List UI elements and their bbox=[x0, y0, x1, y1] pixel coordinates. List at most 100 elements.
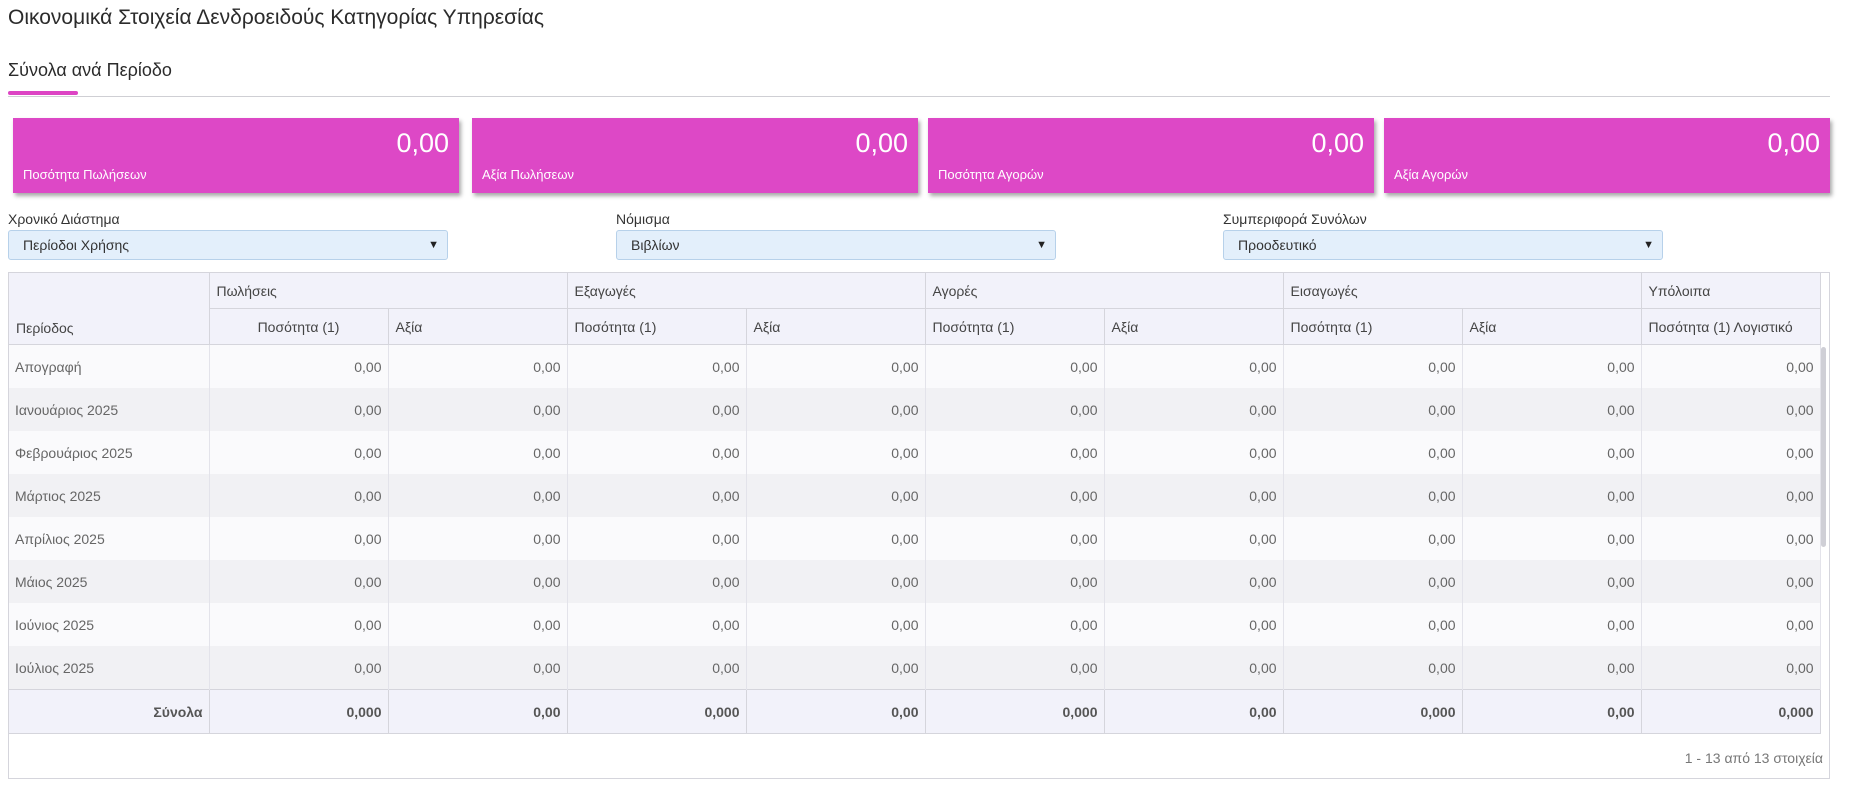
select-value: Προοδευτικό bbox=[1238, 237, 1317, 253]
value-cell: 0,00 bbox=[567, 431, 747, 474]
total-cell: 0,000 bbox=[1641, 689, 1821, 734]
value-cell: 0,00 bbox=[1283, 646, 1463, 690]
card-value: 0,00 bbox=[1767, 128, 1820, 158]
value-cell: 0,00 bbox=[209, 431, 389, 474]
value-cell: 0,00 bbox=[209, 517, 389, 560]
total-cell: 0,000 bbox=[567, 689, 747, 734]
tab-strip: Σύνολα ανά Περίοδο bbox=[8, 60, 1830, 97]
value-cell: 0,00 bbox=[388, 344, 568, 388]
totals-row: Σύνολα 0,000 0,00 0,000 0,00 0,000 0,00 … bbox=[9, 689, 1821, 734]
totals-label: Σύνολα bbox=[9, 689, 210, 734]
card-label: Αξία Πωλήσεων bbox=[482, 167, 574, 182]
value-cell: 0,00 bbox=[746, 344, 926, 388]
table-row[interactable]: Ιούνιος 2025 0,00 0,00 0,00 0,00 0,00 0,00 0,00… bbox=[9, 603, 1821, 646]
value-cell: 0,00 bbox=[1641, 388, 1821, 431]
period-cell: Ιούνιος 2025 bbox=[9, 603, 210, 646]
value-cell: 0,00 bbox=[209, 646, 389, 690]
caret-down-icon[interactable]: ▼ bbox=[1643, 231, 1654, 259]
value-cell: 0,00 bbox=[1283, 344, 1463, 388]
vertical-scrollbar[interactable] bbox=[1821, 347, 1826, 547]
value-cell: 0,00 bbox=[1641, 517, 1821, 560]
select-value: Περίοδοι Χρήσης bbox=[23, 237, 130, 253]
value-cell: 0,00 bbox=[1104, 603, 1284, 646]
value-cell: 0,00 bbox=[1104, 388, 1284, 431]
value-cell: 0,00 bbox=[1462, 388, 1642, 431]
total-cell: 0,00 bbox=[746, 689, 926, 734]
column-header[interactable]: Ποσότητα (1) Λογιστικό bbox=[1641, 308, 1821, 345]
column-header[interactable]: Ποσότητα (1) bbox=[1283, 308, 1463, 345]
value-cell: 0,00 bbox=[1104, 646, 1284, 690]
column-header[interactable]: Αξία bbox=[746, 308, 926, 345]
value-cell: 0,00 bbox=[1462, 603, 1642, 646]
value-cell: 0,00 bbox=[567, 517, 747, 560]
active-tab-indicator bbox=[8, 91, 78, 95]
value-cell: 0,00 bbox=[1283, 388, 1463, 431]
table-row[interactable]: Φεβρουάριος 2025 0,00 0,00 0,00 0,00 0,00 0,00… bbox=[9, 431, 1821, 474]
page-title: Οικονομικά Στοιχεία Δενδροειδούς Κατηγορ… bbox=[8, 6, 545, 29]
time-range-label: Χρονικό Διάστημα bbox=[8, 211, 120, 227]
pager-info: 1 - 13 από 13 στοιχεία bbox=[1684, 750, 1823, 766]
value-cell: 0,00 bbox=[1283, 603, 1463, 646]
value-cell: 0,00 bbox=[388, 474, 568, 517]
tab-totals-per-period[interactable]: Σύνολα ανά Περίοδο bbox=[8, 60, 172, 81]
currency-label: Νόμισμα bbox=[616, 211, 670, 227]
card-label: Αξία Αγορών bbox=[1394, 167, 1469, 182]
column-group-exports: Εξαγωγές bbox=[567, 273, 926, 309]
value-cell: 0,00 bbox=[1641, 431, 1821, 474]
value-cell: 0,00 bbox=[925, 344, 1105, 388]
total-cell: 0,000 bbox=[925, 689, 1105, 734]
totals-behavior-label: Συμπεριφορά Συνόλων bbox=[1223, 211, 1367, 227]
card-purchases-quantity: 0,00 Ποσότητα Αγορών bbox=[928, 118, 1374, 193]
period-cell: Μάρτιος 2025 bbox=[9, 474, 210, 517]
period-cell: Ιανουάριος 2025 bbox=[9, 388, 210, 431]
currency-select[interactable]: Βιβλίων ▼ bbox=[616, 230, 1056, 260]
column-header[interactable]: Αξία bbox=[1104, 308, 1284, 345]
value-cell: 0,00 bbox=[388, 603, 568, 646]
value-cell: 0,00 bbox=[388, 431, 568, 474]
value-cell: 0,00 bbox=[567, 344, 747, 388]
column-header[interactable]: Ποσότητα (1) bbox=[925, 308, 1105, 345]
value-cell: 0,00 bbox=[1641, 603, 1821, 646]
table-row[interactable]: Ιανουάριος 2025 0,00 0,00 0,00 0,00 0,00 0,00 0… bbox=[9, 388, 1821, 431]
value-cell: 0,00 bbox=[567, 474, 747, 517]
column-group-imports: Εισαγωγές bbox=[1283, 273, 1642, 309]
total-cell: 0,00 bbox=[1462, 689, 1642, 734]
value-cell: 0,00 bbox=[925, 560, 1105, 603]
period-cell: Φεβρουάριος 2025 bbox=[9, 431, 210, 474]
value-cell: 0,00 bbox=[1283, 474, 1463, 517]
value-cell: 0,00 bbox=[209, 388, 389, 431]
column-header-period[interactable]: Περίοδος bbox=[9, 273, 210, 345]
value-cell: 0,00 bbox=[925, 431, 1105, 474]
value-cell: 0,00 bbox=[746, 560, 926, 603]
value-cell: 0,00 bbox=[1462, 560, 1642, 603]
card-label: Ποσότητα Πωλήσεων bbox=[23, 167, 147, 182]
value-cell: 0,00 bbox=[1462, 646, 1642, 690]
column-group-purchases: Αγορές bbox=[925, 273, 1284, 309]
caret-down-icon[interactable]: ▼ bbox=[1036, 231, 1047, 259]
value-cell: 0,00 bbox=[925, 517, 1105, 560]
value-cell: 0,00 bbox=[567, 603, 747, 646]
column-header[interactable]: Ποσότητα (1) bbox=[567, 308, 747, 345]
value-cell: 0,00 bbox=[1641, 646, 1821, 690]
column-header[interactable]: Αξία bbox=[1462, 308, 1642, 345]
value-cell: 0,00 bbox=[925, 388, 1105, 431]
table-row[interactable]: Απογραφή 0,00 0,00 0,00 0,00 0,00 0,00 0,00 0,00… bbox=[9, 344, 1821, 388]
card-value: 0,00 bbox=[1311, 128, 1364, 158]
totals-behavior-select[interactable]: Προοδευτικό ▼ bbox=[1223, 230, 1663, 260]
time-range-select[interactable]: Περίοδοι Χρήσης ▼ bbox=[8, 230, 448, 260]
select-value: Βιβλίων bbox=[631, 237, 680, 253]
value-cell: 0,00 bbox=[746, 388, 926, 431]
table-row[interactable]: Απρίλιος 2025 0,00 0,00 0,00 0,00 0,00 0,00 0,0… bbox=[9, 517, 1821, 560]
table-row[interactable]: Μάρτιος 2025 0,00 0,00 0,00 0,00 0,00 0,00 0,00… bbox=[9, 474, 1821, 517]
caret-down-icon[interactable]: ▼ bbox=[428, 231, 439, 259]
table-row[interactable]: Μάιος 2025 0,00 0,00 0,00 0,00 0,00 0,00 0,00 0,… bbox=[9, 560, 1821, 603]
value-cell: 0,00 bbox=[1104, 474, 1284, 517]
value-cell: 0,00 bbox=[388, 517, 568, 560]
value-cell: 0,00 bbox=[1641, 474, 1821, 517]
value-cell: 0,00 bbox=[1462, 517, 1642, 560]
table-row[interactable]: Ιούλιος 2025 0,00 0,00 0,00 0,00 0,00 0,00 0,00… bbox=[9, 646, 1821, 690]
value-cell: 0,00 bbox=[1104, 517, 1284, 560]
column-header[interactable]: Ποσότητα (1) bbox=[209, 308, 389, 345]
column-header[interactable]: Αξία bbox=[388, 308, 568, 345]
value-cell: 0,00 bbox=[567, 560, 747, 603]
